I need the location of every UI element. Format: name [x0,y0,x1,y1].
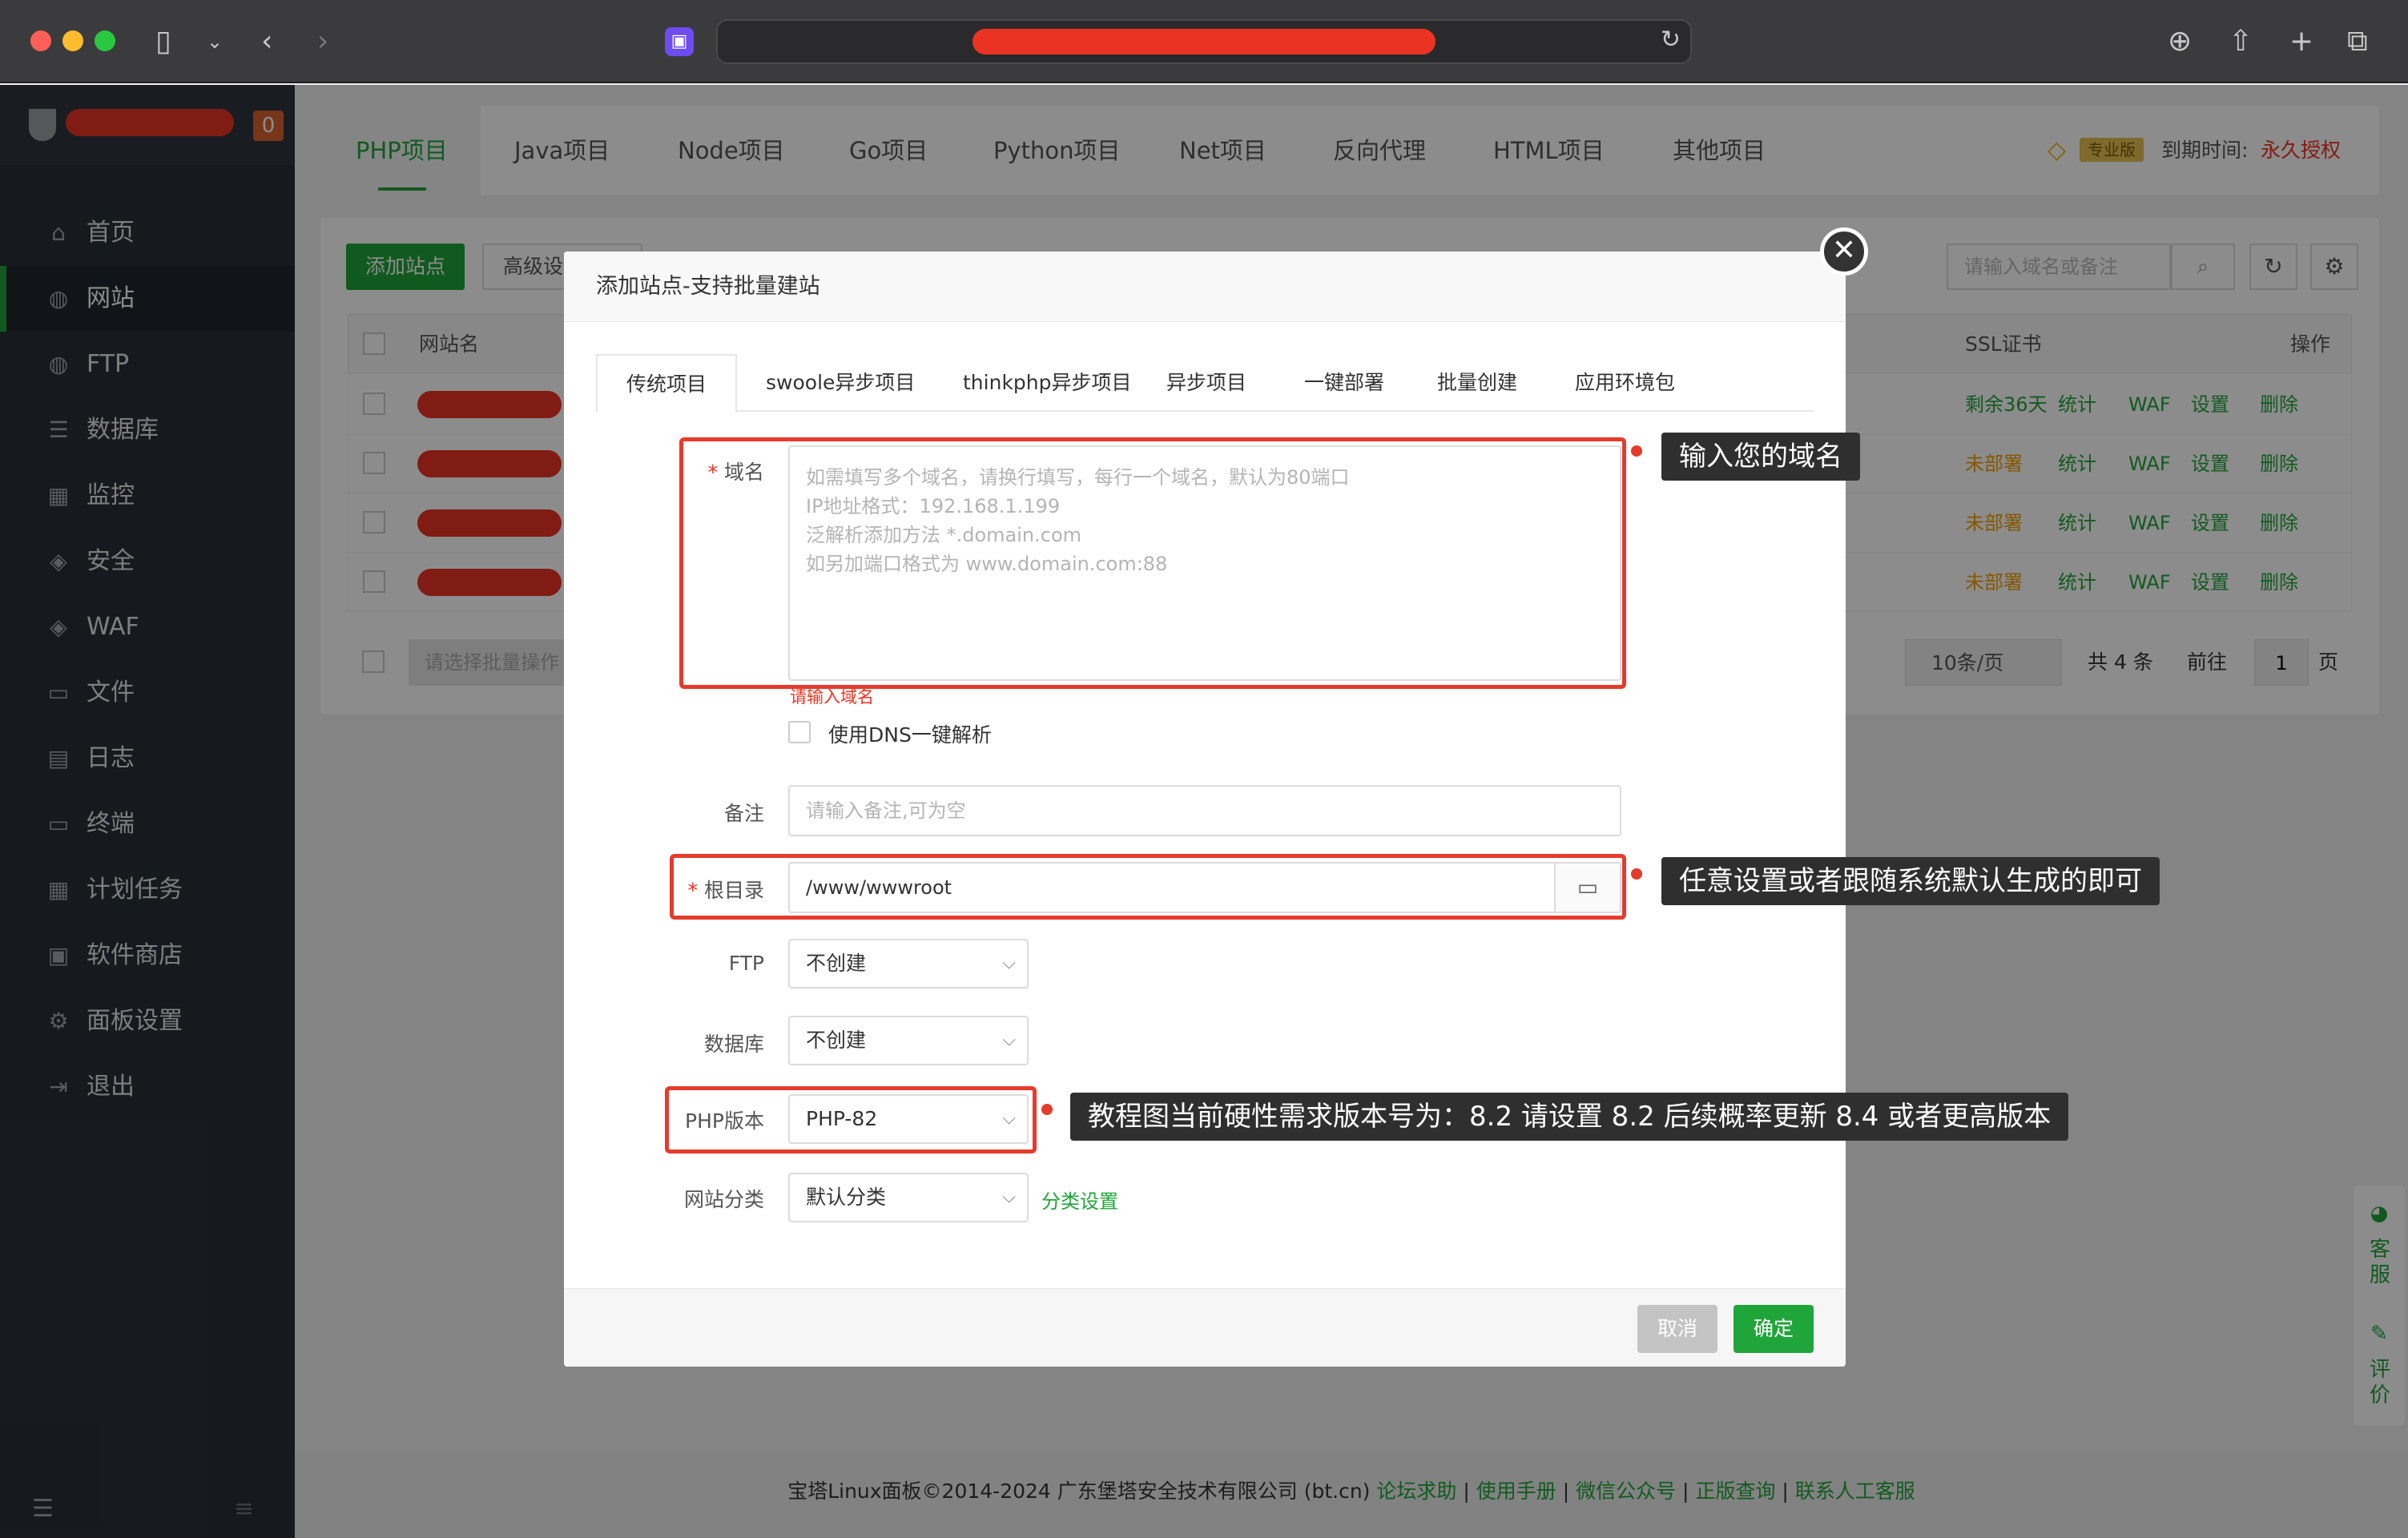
forward-icon[interactable]: › [317,26,328,58]
php-version-highlight [665,1086,1037,1154]
cancel-button[interactable]: 取消 [1637,1305,1717,1353]
annotation-dot [1631,868,1642,880]
dialog-tab-1[interactable]: swoole异步项目 [766,354,915,412]
confirm-button[interactable]: 确定 [1734,1305,1814,1353]
annotation-dot [1041,1104,1053,1115]
dialog-tab-3[interactable]: 异步项目 [1166,354,1246,412]
browser-toolbar: ▯ ⌄ ‹ › ▣ ↻ ⊕ ⇧ + ⧉ [0,0,2408,83]
back-icon[interactable]: ‹ [261,26,272,58]
ftp-select[interactable]: 不创建 ⌵ [788,939,1029,988]
database-select[interactable]: 不创建 ⌵ [788,1016,1029,1065]
category-settings-link[interactable]: 分类设置 [1041,1186,1118,1214]
remark-label: 备注 [723,802,764,825]
dns-checkbox-label: 使用DNS一键解析 [828,723,992,747]
dns-checkbox[interactable] [788,721,811,743]
dialog-tabs: 传统项目 swoole异步项目 thinkphp异步项目 异步项目 一键部署 批量创建 应用… [596,354,1814,413]
dialog-tab-2[interactable]: thinkphp异步项目 [963,354,1132,412]
address-bar[interactable]: ↻ [716,19,1692,64]
plus-icon[interactable]: + [2289,26,2313,58]
minimize-window-button[interactable] [62,30,83,51]
close-window-button[interactable] [30,30,51,51]
dialog-tab-5[interactable]: 批量创建 [1437,354,1517,412]
tabs-icon[interactable]: ⧉ [2347,26,2368,58]
dialog-tab-6[interactable]: 应用环境包 [1575,354,1675,412]
dialog-footer: 取消 确定 [564,1288,1846,1367]
remark-input[interactable]: 请输入备注,可为空 [788,785,1621,836]
dialog-tab-4[interactable]: 一键部署 [1304,354,1384,412]
database-label: 数据库 [703,1033,764,1056]
chevron-down-icon: ⌵ [1002,1187,1016,1207]
category-select[interactable]: 默认分类 ⌵ [788,1173,1029,1222]
extension-icon[interactable]: ▣ [665,27,694,56]
category-label: 网站分类 [683,1188,764,1211]
share-icon[interactable]: ⇧ [2229,26,2253,58]
chevron-down-icon: ⌵ [1002,1030,1016,1050]
ftp-label: FTP [728,952,764,975]
root-dir-highlight [670,854,1626,920]
chevron-down-icon[interactable]: ⌄ [207,26,223,58]
dialog-title: 添加站点-支持批量建站 [564,252,1846,322]
zoom-window-button[interactable] [95,30,115,51]
annotation-dot [1631,445,1642,457]
root-dir-annotation: 任意设置或者跟随系统默认生成的即可 [1661,857,2160,905]
sidebar-toggle-icon[interactable]: ▯ [155,26,171,58]
domain-highlight [679,437,1626,689]
domain-annotation: 输入您的域名 [1661,433,1860,481]
close-dialog-button[interactable]: ✕ [1820,227,1868,276]
redacted-url [972,29,1436,54]
chevron-down-icon: ⌵ [1002,953,1016,973]
dialog-tab-0[interactable]: 传统项目 [596,354,738,413]
add-site-dialog: 添加站点-支持批量建站 传统项目 swoole异步项目 thinkphp异步项目 异步… [564,252,1846,1367]
download-icon[interactable]: ⊕ [2168,26,2192,58]
php-version-annotation: 教程图当前硬性需求版本号为：8.2 请设置 8.2 后续概率更新 8.4 或者更… [1070,1093,2069,1141]
reload-icon[interactable]: ↻ [1661,26,1681,54]
